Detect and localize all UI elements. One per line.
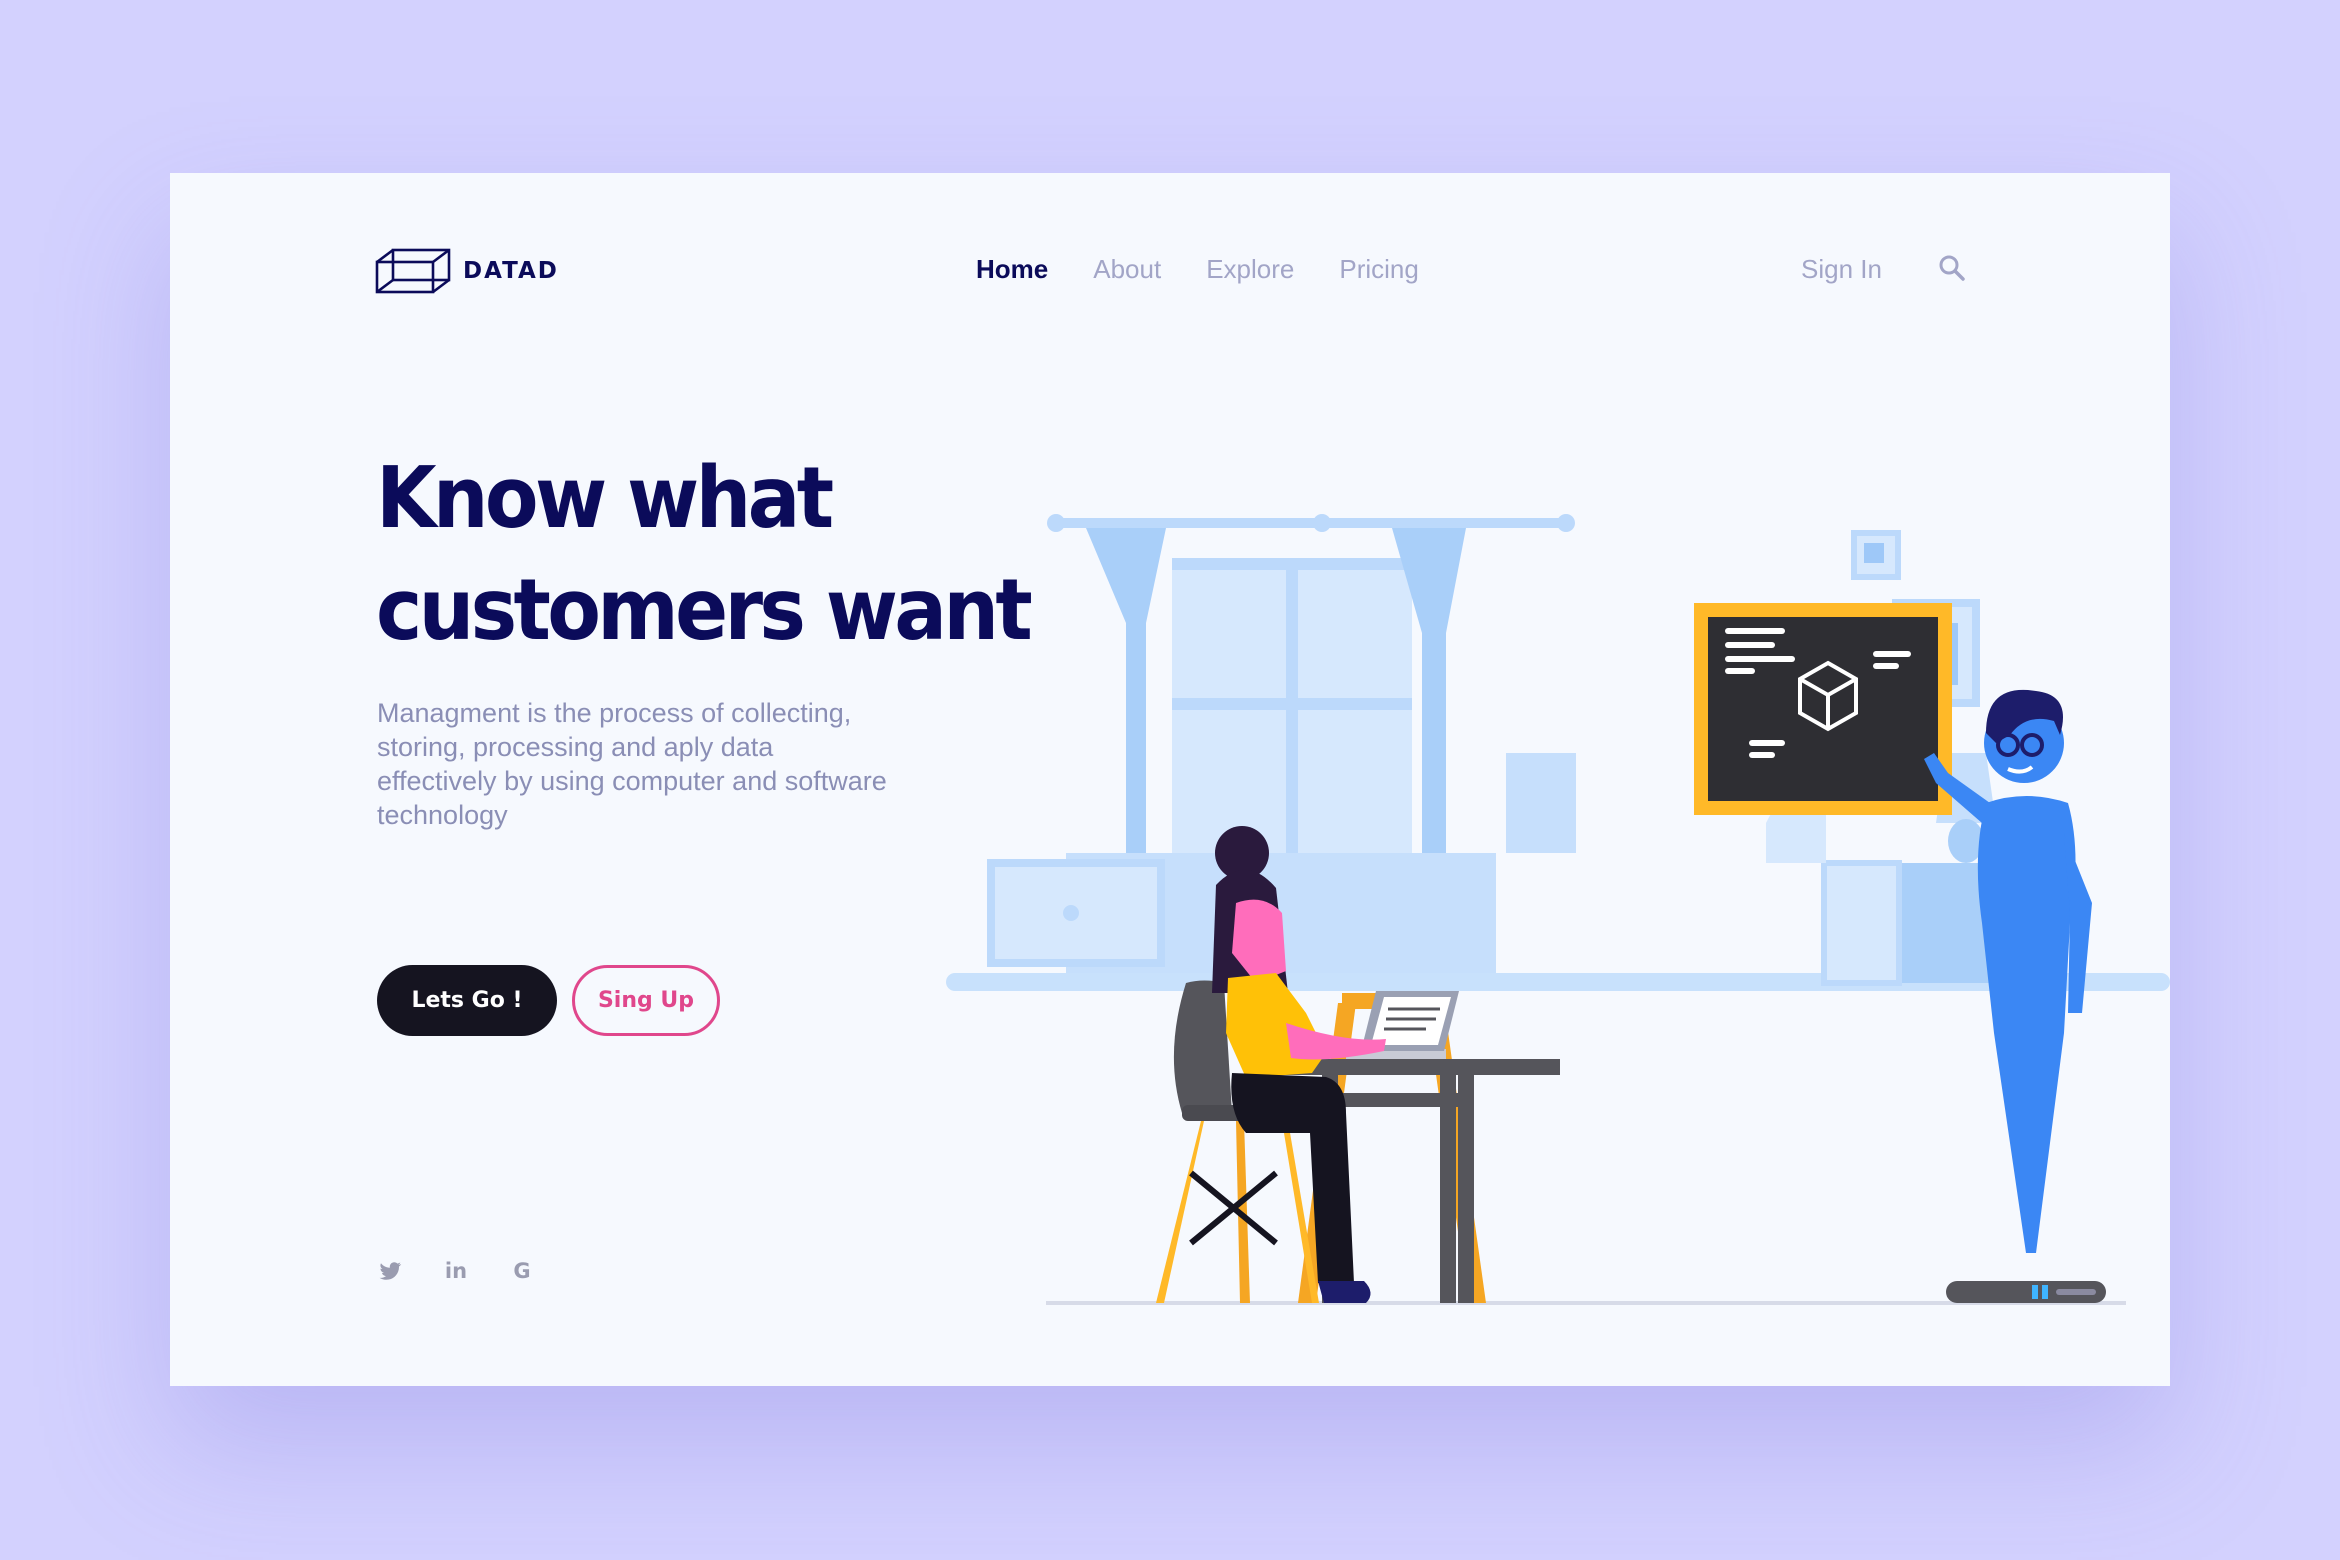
sign-up-button[interactable]: Sing Up: [572, 965, 720, 1036]
brand-logo[interactable]: DATAD: [375, 248, 559, 294]
man-figure: [1924, 689, 2106, 1303]
hero-headline: Know what customers want: [376, 443, 1033, 667]
nav-pricing[interactable]: Pricing: [1339, 254, 1418, 285]
headline-line-2: customers want: [376, 561, 1033, 660]
nav-explore[interactable]: Explore: [1206, 254, 1294, 285]
hero-description: Managment is the process of collecting, …: [377, 698, 887, 830]
search-icon[interactable]: [1937, 253, 1967, 283]
office-illustration: [946, 514, 2170, 1305]
wireframe-box-icon: [375, 248, 451, 294]
lets-go-button[interactable]: Lets Go !: [377, 965, 557, 1036]
main-nav: Home About Explore Pricing: [976, 254, 1419, 285]
linkedin-text: in: [444, 1259, 468, 1283]
sign-in-link[interactable]: Sign In: [1801, 254, 1882, 285]
google-icon[interactable]: G: [509, 1258, 535, 1284]
twitter-icon[interactable]: [377, 1258, 403, 1284]
headline-line-1: Know what: [376, 449, 834, 548]
social-links: in G: [377, 1258, 535, 1284]
brand-name: DATAD: [463, 258, 559, 284]
linkedin-icon[interactable]: in: [443, 1258, 469, 1284]
nav-about[interactable]: About: [1093, 254, 1161, 285]
nav-home[interactable]: Home: [976, 254, 1048, 285]
landing-card: DATAD Home About Explore Pricing Sign In…: [170, 173, 2170, 1386]
google-text: G: [513, 1259, 531, 1283]
